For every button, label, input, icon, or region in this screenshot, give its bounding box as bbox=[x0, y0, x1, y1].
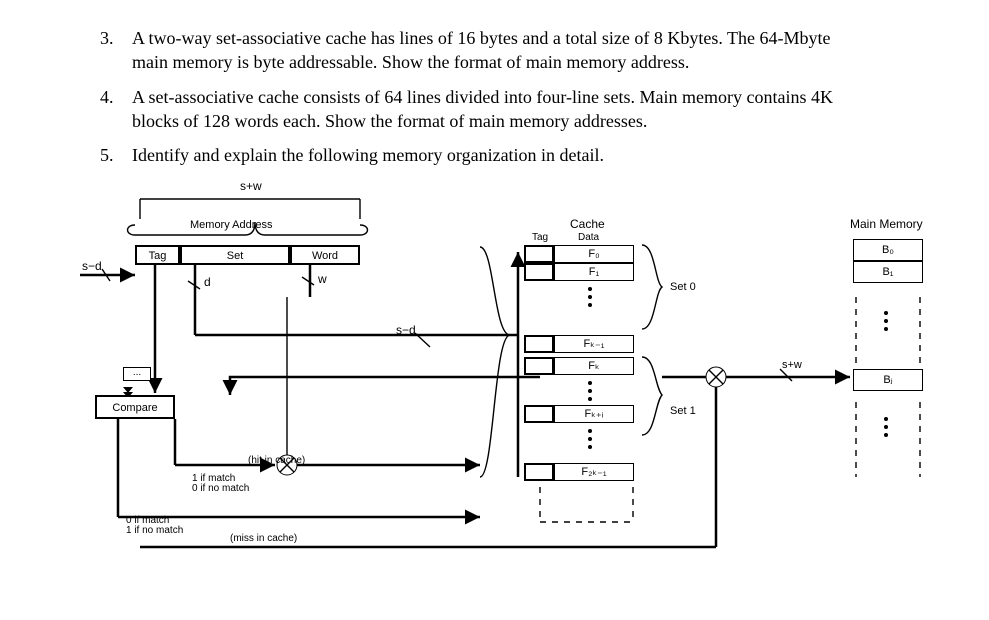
addr-word: Word bbox=[290, 245, 360, 265]
sw-right: s+w bbox=[782, 359, 802, 371]
q4-text: A set-associative cache consists of 64 l… bbox=[132, 85, 949, 134]
Fk: Fₖ bbox=[554, 357, 634, 375]
cache-title: Cache bbox=[570, 217, 605, 231]
q5-text: Identify and explain the following memor… bbox=[132, 143, 949, 167]
q5-num: 5. bbox=[100, 143, 132, 167]
Fk+i: Fₖ₊ᵢ bbox=[554, 405, 634, 423]
q3-text: A two-way set-associative cache has line… bbox=[132, 26, 949, 75]
d-label: d bbox=[204, 275, 211, 289]
addr-set: Set bbox=[180, 245, 290, 265]
B1: B₁ bbox=[853, 261, 923, 283]
cache-diagram: s+w Memory Address Tag Set Word s−d d w … bbox=[80, 177, 950, 557]
Fk-1: Fₖ₋₁ bbox=[554, 335, 634, 353]
hit-0: 0 if no match bbox=[192, 483, 249, 494]
ellipsis-box: ... bbox=[123, 367, 151, 381]
miss-in-cache: (miss in cache) bbox=[230, 533, 297, 544]
set0-label: Set 0 bbox=[670, 281, 696, 293]
sd-label: s−d bbox=[82, 259, 102, 273]
F2k-1: F₂ₖ₋₁ bbox=[554, 463, 634, 481]
q3-num: 3. bbox=[100, 26, 132, 75]
w-label: w bbox=[318, 272, 327, 286]
F0: F₀ bbox=[554, 245, 634, 263]
F1: F₁ bbox=[554, 263, 634, 281]
compare-box: Compare bbox=[95, 395, 175, 419]
sd-label2: s−d bbox=[396, 323, 416, 337]
miss-1: 1 if no match bbox=[126, 525, 183, 536]
set1-label: Set 1 bbox=[670, 405, 696, 417]
cache-tag-hdr: Tag bbox=[532, 232, 548, 243]
q4-num: 4. bbox=[100, 85, 132, 134]
cache-data-hdr: Data bbox=[578, 232, 599, 243]
hit-in-cache: (hit in cache) bbox=[248, 455, 305, 466]
mem-addr-title: Memory Address bbox=[190, 219, 273, 231]
B0: B₀ bbox=[853, 239, 923, 261]
width-sw-top: s+w bbox=[240, 179, 262, 193]
Bj: Bⱼ bbox=[853, 369, 923, 391]
mm-title: Main Memory bbox=[850, 217, 923, 231]
addr-tag: Tag bbox=[135, 245, 180, 265]
